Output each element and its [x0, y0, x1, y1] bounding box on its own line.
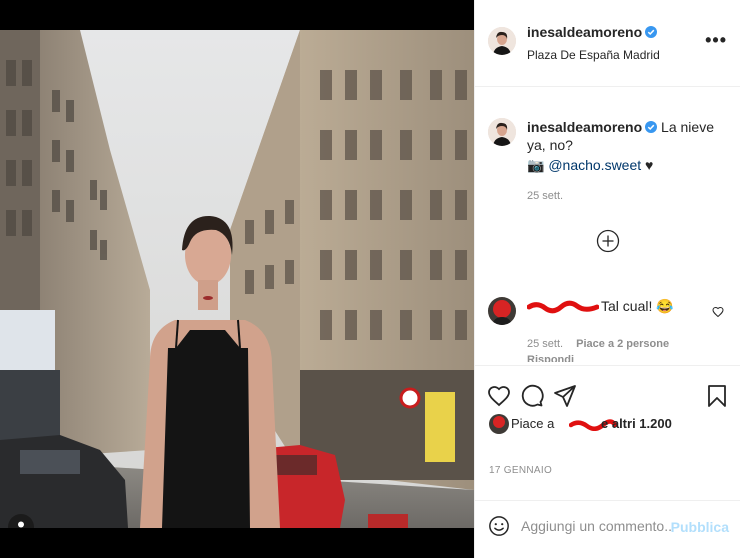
- post-header: inesaldeamoreno Plaza De España Madrid •…: [475, 0, 740, 87]
- post-location[interactable]: Plaza De España Madrid: [527, 48, 660, 62]
- publish-button[interactable]: Pubblica: [671, 519, 729, 535]
- emoji-icon[interactable]: [488, 515, 510, 537]
- post-photo[interactable]: [0, 30, 474, 528]
- top-letterbox: [0, 0, 474, 30]
- comment-like-icon[interactable]: [712, 306, 724, 318]
- bottom-letterbox: [0, 528, 474, 558]
- author-username[interactable]: inesaldeamoreno: [527, 24, 642, 40]
- avatar[interactable]: [488, 27, 516, 55]
- comment-text: Tal cual! 😂: [601, 298, 674, 314]
- likes-count[interactable]: e altri 1.200: [601, 416, 672, 431]
- likes-prefix: Piace a: [511, 416, 555, 431]
- comment-time[interactable]: 25 sett.: [527, 338, 563, 350]
- bookmark-icon[interactable]: [705, 384, 729, 408]
- verified-icon: [645, 26, 658, 38]
- commenter-avatar[interactable]: [488, 297, 516, 325]
- comment-icon[interactable]: [520, 384, 544, 408]
- redacted-username: [527, 300, 599, 314]
- post-caption: inesaldeamoreno La nieve ya, no? 📷 @nach…: [527, 118, 732, 202]
- caption-mention[interactable]: @nacho.sweet: [548, 157, 641, 173]
- verified-icon: [645, 121, 658, 133]
- heart-emoji: ♥: [645, 157, 654, 173]
- comment-input[interactable]: [519, 517, 673, 535]
- post-side-panel: inesaldeamoreno Plaza De España Madrid •…: [474, 0, 740, 558]
- comment-likes[interactable]: Piace a 2 persone: [576, 338, 669, 350]
- caption-time[interactable]: 25 sett.: [527, 190, 732, 202]
- heart-icon[interactable]: [487, 384, 511, 408]
- post-date[interactable]: 17 GENNAIO: [489, 465, 552, 476]
- add-comment-bar: Pubblica: [475, 500, 740, 558]
- load-more-icon[interactable]: [596, 229, 620, 253]
- liker-avatar[interactable]: [489, 414, 509, 434]
- more-icon[interactable]: •••: [705, 30, 727, 51]
- instagram-post-modal: inesaldeamoreno Plaza De España Madrid •…: [0, 0, 740, 558]
- share-icon[interactable]: [553, 384, 577, 408]
- caption-username[interactable]: inesaldeamoreno: [527, 119, 642, 135]
- camera-icon: 📷: [527, 157, 545, 173]
- street-photo-illustration: [0, 30, 474, 528]
- caption-avatar[interactable]: [488, 118, 516, 146]
- comment-reply[interactable]: Rispondi: [527, 354, 574, 362]
